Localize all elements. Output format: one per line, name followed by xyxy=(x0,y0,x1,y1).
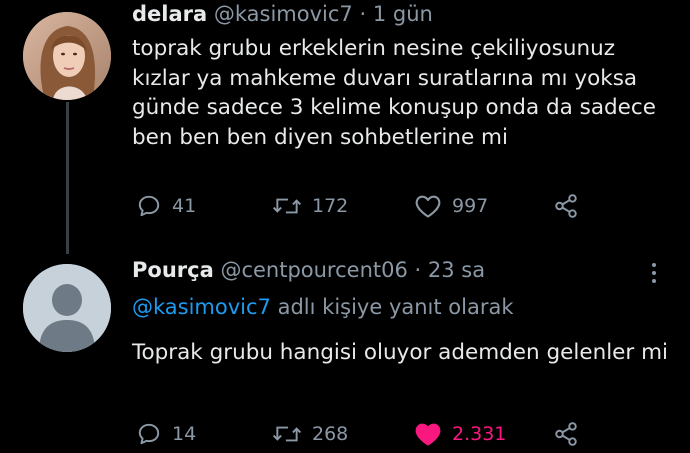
like-count: 997 xyxy=(452,195,489,217)
user-photo xyxy=(23,12,111,100)
reply-button[interactable]: 41 xyxy=(136,191,196,221)
comment-bubble-icon xyxy=(138,423,160,445)
retweet-count: 268 xyxy=(312,423,349,445)
separator-dot: · xyxy=(359,2,367,26)
timestamp[interactable]: 1 gün xyxy=(373,2,433,26)
tweet-text: Toprak grubu hangisi oluyor ademden gele… xyxy=(132,340,668,365)
share-icon xyxy=(555,194,577,218)
timestamp[interactable]: 23 sa xyxy=(428,258,485,282)
user-handle[interactable]: @kasimovic7 xyxy=(214,2,353,26)
like-count: 2.331 xyxy=(452,423,507,445)
share-icon xyxy=(555,422,577,446)
replying-to-line: @kasimovic7 adlı kişiye yanıt olarak xyxy=(132,293,514,322)
display-name[interactable]: delara xyxy=(132,2,207,26)
display-name[interactable]: Pourça xyxy=(132,258,214,282)
retweet-count: 172 xyxy=(312,195,349,217)
retweet-arrows-icon xyxy=(272,198,302,214)
tweet-actions: 41 172 997 xyxy=(132,191,602,221)
heart-icon xyxy=(415,195,441,218)
retweet-button[interactable]: 268 xyxy=(272,419,348,449)
share-button[interactable] xyxy=(552,419,580,449)
tweet-actions: 14 268 2.331 xyxy=(132,419,602,449)
tweet-header: Pourça @centpourcent06 · 23 sa xyxy=(132,256,485,284)
comment-bubble-icon xyxy=(138,195,160,217)
retweet-button[interactable]: 172 xyxy=(272,191,348,221)
more-vertical-icon[interactable] xyxy=(650,262,658,284)
like-button[interactable]: 2.331 xyxy=(414,419,506,449)
replying-to-handle[interactable]: @kasimovic7 xyxy=(132,295,271,319)
default-user-silhouette-icon xyxy=(23,264,111,352)
tweet-text: toprak grubu erkeklerin nesine çekiliyos… xyxy=(132,36,656,150)
tweet-header: delara @kasimovic7 · 1 gün xyxy=(132,0,433,28)
separator-dot: · xyxy=(414,258,422,282)
user-handle[interactable]: @centpourcent06 xyxy=(220,258,407,282)
reply-button[interactable]: 14 xyxy=(136,419,196,449)
replying-to-label: adlı kişiye yanıt olarak xyxy=(277,295,514,319)
retweet-arrows-icon xyxy=(272,426,302,442)
avatar[interactable] xyxy=(23,264,111,352)
heart-icon xyxy=(415,423,441,446)
avatar[interactable] xyxy=(23,12,111,100)
reply-count: 14 xyxy=(172,423,197,445)
like-button[interactable]: 997 xyxy=(414,191,488,221)
reply-count: 41 xyxy=(172,195,197,217)
share-button[interactable] xyxy=(552,191,580,221)
thread-connector-line xyxy=(66,102,69,254)
